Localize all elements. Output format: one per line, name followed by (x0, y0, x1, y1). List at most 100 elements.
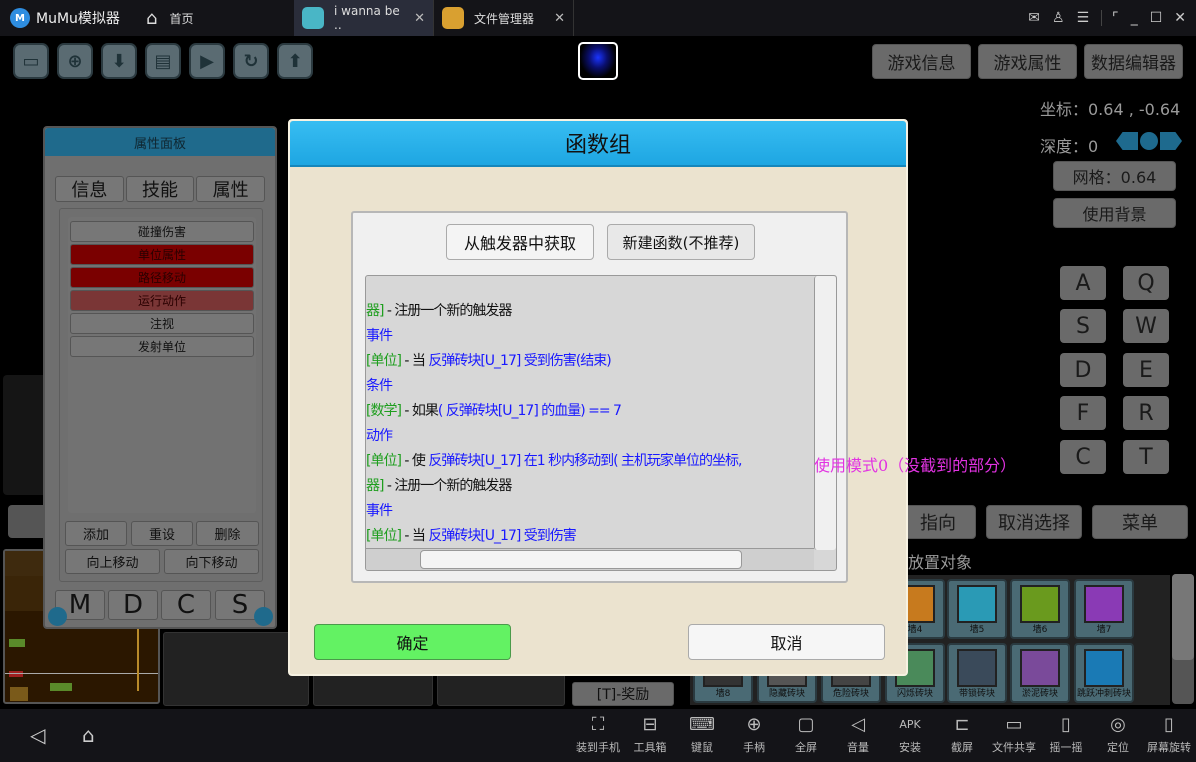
key-t-button[interactable]: T (1123, 440, 1169, 474)
key-e-button[interactable]: E (1123, 353, 1169, 387)
list-item[interactable]: 碰撞伤害 (70, 221, 254, 242)
key-c-button[interactable]: C (1060, 440, 1106, 474)
grid-size-button[interactable]: 网格：0.64 (1053, 161, 1176, 191)
menu-button[interactable]: 菜单 (1092, 505, 1188, 539)
key-a-button[interactable]: A (1060, 266, 1106, 300)
game-info-button[interactable]: 游戏信息 (872, 44, 971, 79)
install-to-phone-button[interactable]: ⛶ 装到手机 (570, 713, 626, 755)
keyboard-button[interactable]: ⌨ 键鼠 (674, 713, 730, 755)
new-function-button[interactable]: 新建函数(不推荐) (607, 224, 755, 260)
get-from-trigger-button[interactable]: 从触发器中获取 (446, 224, 594, 260)
mode-c-button[interactable]: C (161, 590, 211, 620)
resize-handle-right[interactable] (254, 607, 273, 626)
background-panel (3, 375, 48, 495)
tab-file-manager[interactable]: 文件管理器 ✕ (434, 0, 574, 36)
resize-handle-left[interactable] (48, 607, 67, 626)
depth-up-icon[interactable] (1160, 132, 1182, 150)
new-file-icon[interactable]: ⊕ (57, 43, 93, 79)
attribute-tabs: 信息 技能 属性 (55, 176, 266, 202)
toolbox-button[interactable]: ⊟ 工具箱 (622, 713, 678, 755)
key-w-button[interactable]: W (1123, 309, 1169, 343)
shake-button[interactable]: ▯ 摇一摇 (1038, 713, 1094, 755)
gamepad-button[interactable]: ⊕ 手柄 (726, 713, 782, 755)
list-item[interactable]: 单位属性 (70, 244, 254, 265)
use-background-button[interactable]: 使用背景 (1053, 198, 1176, 228)
delete-button[interactable]: 删除 (196, 521, 259, 546)
screenshot-icon[interactable]: ⌜ (1101, 10, 1119, 26)
key-s-button[interactable]: S (1060, 309, 1106, 343)
list-item[interactable]: 发射单位 (70, 336, 254, 357)
point-direction-button[interactable]: 指向 (900, 505, 976, 539)
tile-wall5[interactable]: 墙5 (947, 579, 1007, 639)
dialog-title: 函数组 (290, 121, 906, 167)
emulator-bottom-bar: ◁ ⌂ ⛶ 装到手机 ⊟ 工具箱 ⌨ 键鼠 ⊕ 手柄 ▢ 全屏 ◁ 音量 APK 安装 ⊏ 截屏… (0, 709, 1196, 762)
move-up-button[interactable]: 向上移动 (65, 549, 160, 574)
scrollbar-thumb[interactable] (420, 550, 742, 569)
tile-locked-block[interactable]: 带锁砖块 (947, 643, 1007, 703)
tab-game[interactable]: i wanna be .. ✕ (294, 0, 434, 36)
data-editor-button[interactable]: 数据编辑器 (1084, 44, 1183, 79)
menu-icon[interactable]: ☰ (1077, 10, 1090, 26)
depth-down-icon[interactable] (1116, 132, 1138, 150)
code-line: [单位] - 当 反弹砖块[U_17] 受到伤害 (366, 528, 577, 544)
tab-info[interactable]: 信息 (55, 176, 124, 202)
key-q-button[interactable]: Q (1123, 266, 1169, 300)
mail-icon[interactable]: ✉ (1028, 10, 1040, 26)
minimize-icon[interactable]: _ (1131, 10, 1138, 26)
unit-preview-thumbnail[interactable] (578, 42, 618, 80)
key-r-button[interactable]: R (1123, 396, 1169, 430)
folder-open-icon[interactable]: ▭ (13, 43, 49, 79)
save-icon[interactable]: ▤ (145, 43, 181, 79)
add-button[interactable]: 添加 (65, 521, 127, 546)
horizontal-scrollbar[interactable] (366, 548, 814, 570)
move-down-button[interactable]: 向下移动 (164, 549, 259, 574)
vertical-scrollbar[interactable] (814, 276, 836, 550)
user-icon[interactable]: ♙ (1052, 10, 1065, 26)
play-icon[interactable]: ▶ (189, 43, 225, 79)
list-item[interactable]: 运行动作 (70, 290, 254, 311)
scrollbar-thumb[interactable] (1172, 574, 1194, 660)
tile-wall6[interactable]: 墙6 (1010, 579, 1070, 639)
home-nav-icon[interactable]: ⌂ (82, 723, 95, 747)
reward-button[interactable]: [T]-奖励 (572, 682, 674, 706)
cancel-button[interactable]: 取消 (688, 624, 885, 660)
deselect-button[interactable]: 取消选择 (986, 505, 1082, 539)
close-tab-icon[interactable]: ✕ (414, 11, 425, 26)
rotate-screen-button[interactable]: ▯ 屏幕旋转 (1141, 713, 1196, 755)
back-icon[interactable]: ◁ (30, 723, 45, 747)
reset-button[interactable]: 重设 (131, 521, 193, 546)
download-icon[interactable]: ⬇ (101, 43, 137, 79)
code-view[interactable]: 器] - 注册一个新的触发器 事件 [单位] - 当 反弹砖块[U_17] 受到… (365, 275, 837, 571)
upload-icon[interactable]: ⬆ (277, 43, 313, 79)
tab-attributes[interactable]: 属性 (196, 176, 266, 202)
home-tab[interactable]: ⌂ 首页 (146, 8, 266, 29)
file-share-button[interactable]: ▭ 文件共享 (986, 713, 1042, 755)
close-icon[interactable]: ✕ (1174, 10, 1186, 26)
apk-icon: APK (899, 718, 921, 731)
palette-scrollbar[interactable] (1172, 574, 1194, 704)
tab-skills[interactable]: 技能 (125, 176, 195, 202)
key-f-button[interactable]: F (1060, 396, 1106, 430)
ok-button[interactable]: 确定 (314, 624, 511, 660)
refresh-icon[interactable]: ↻ (233, 43, 269, 79)
mode-d-button[interactable]: D (108, 590, 158, 620)
annotation-text: 使用模式0（没截到的部分） (814, 456, 1017, 475)
tile-jump-dash-block[interactable]: 跳跃冲刺砖块 (1074, 643, 1134, 703)
volume-button[interactable]: ◁ 音量 (830, 713, 886, 755)
key-d-button[interactable]: D (1060, 353, 1106, 387)
list-item[interactable]: 路径移动 (70, 267, 254, 288)
tile-mud-block[interactable]: 淤泥砖块 (1010, 643, 1070, 703)
depth-reset-icon[interactable] (1140, 132, 1158, 150)
install-apk-button[interactable]: APK 安装 (882, 713, 938, 755)
location-button[interactable]: ◎ 定位 (1090, 713, 1146, 755)
screenshot-button[interactable]: ⊏ 截屏 (934, 713, 990, 755)
game-props-button[interactable]: 游戏属性 (978, 44, 1077, 79)
shake-icon: ▯ (1061, 714, 1071, 735)
maximize-icon[interactable]: ☐ (1150, 10, 1163, 26)
fullscreen-button[interactable]: ▢ 全屏 (778, 713, 834, 755)
close-tab-icon[interactable]: ✕ (554, 11, 565, 26)
background-button (8, 505, 48, 538)
skill-list: 碰撞伤害 单位属性 路径移动 运行动作 注视 发射单位 (68, 217, 256, 513)
list-item[interactable]: 注视 (70, 313, 254, 334)
tile-wall7[interactable]: 墙7 (1074, 579, 1134, 639)
